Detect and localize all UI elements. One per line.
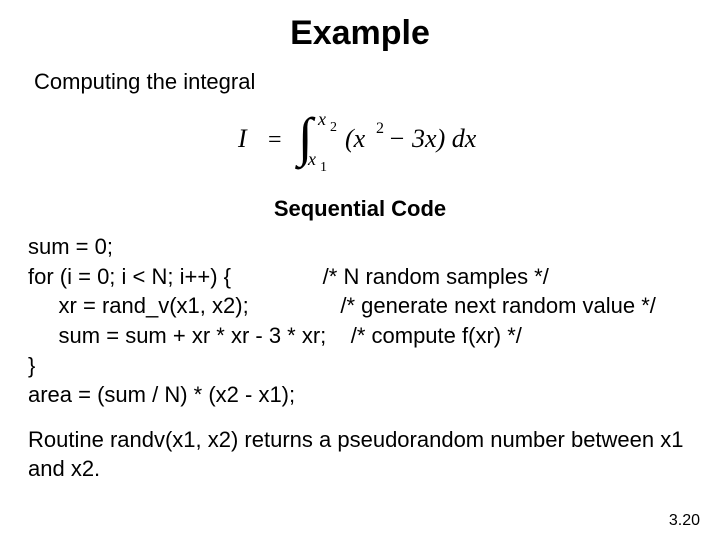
integral-upper-sub: 2 <box>330 120 337 135</box>
section-heading: Sequential Code <box>28 196 692 222</box>
routine-note: Routine randv(x1, x2) returns a pseudora… <box>28 426 692 483</box>
integrand-a: (x <box>345 124 366 153</box>
page-title: Example <box>28 14 692 53</box>
integral-svg: I = ∫ x 2 x 1 (x 2 − 3x) dx <box>210 103 510 173</box>
slide: Example Computing the integral I = ∫ x 2… <box>0 0 720 540</box>
integrand-exp: 2 <box>376 120 384 137</box>
integral-eq: = <box>268 127 282 153</box>
integral-lower-sub: 1 <box>320 160 327 173</box>
page-number: 3.20 <box>669 512 700 530</box>
integral-equation: I = ∫ x 2 x 1 (x 2 − 3x) dx <box>28 103 692 178</box>
integral-lower: x <box>307 149 316 169</box>
integral-upper: x <box>317 109 326 129</box>
integral-lhs: I <box>237 124 248 153</box>
integrand-b: − 3x) dx <box>388 124 477 153</box>
subtitle: Computing the integral <box>34 69 692 95</box>
code-block: sum = 0; for (i = 0; i < N; i++) { /* N … <box>28 232 692 410</box>
